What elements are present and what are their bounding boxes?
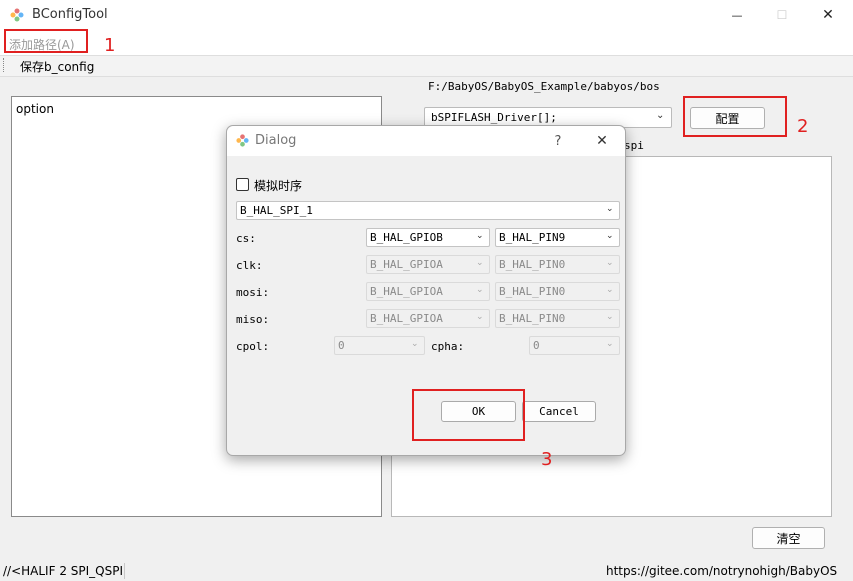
cpha-label: cpha: — [431, 340, 465, 353]
clk-port-value: B_HAL_GPIOA — [370, 258, 443, 271]
dialog-close-button[interactable]: ✕ — [591, 131, 613, 151]
status-message: //<HALIF 2 SPI_QSPI — [3, 564, 123, 578]
miso-label: miso: — [236, 313, 270, 326]
spi-select-value: B_HAL_SPI_1 — [240, 204, 313, 217]
app-logo-icon — [236, 134, 249, 147]
toolbar-grip[interactable] — [3, 58, 5, 72]
cancel-button[interactable]: Cancel — [522, 401, 596, 422]
cs-label: cs: — [236, 232, 256, 245]
chevron-down-icon: ⌄ — [606, 285, 614, 295]
menubar — [0, 30, 853, 54]
annotation-number-2: 2 — [797, 116, 809, 137]
status-url: https://gitee.com/notrynohigh/BabyOS — [606, 564, 838, 578]
chevron-down-icon: ⌄ — [476, 231, 484, 241]
cpol-label: cpol: — [236, 340, 270, 353]
chevron-down-icon: ⌄ — [476, 312, 484, 322]
mosi-port-value: B_HAL_GPIOA — [370, 285, 443, 298]
maximize-icon: ☐ — [776, 8, 788, 22]
dialog-title: Dialog — [255, 133, 297, 148]
clear-button[interactable]: 清空 — [752, 527, 825, 549]
mosi-label: mosi: — [236, 286, 270, 299]
miso-pin-value: B_HAL_PIN0 — [499, 312, 566, 325]
clk-label: clk: — [236, 259, 263, 272]
app-logo-icon — [10, 8, 24, 22]
chevron-down-icon: ⌄ — [476, 258, 484, 268]
status-separator — [124, 563, 125, 579]
annotation-box-3 — [412, 389, 525, 441]
mosi-pin-value: B_HAL_PIN0 — [499, 285, 566, 298]
minimize-icon: — — [731, 8, 743, 22]
toolbar — [0, 55, 853, 77]
chevron-down-icon: ⌄ — [606, 204, 614, 214]
miso-port-value: B_HAL_GPIOA — [370, 312, 443, 325]
annotation-box-1 — [4, 29, 88, 53]
close-button[interactable]: ✕ — [813, 4, 843, 26]
cpol-value: 0 — [338, 339, 345, 352]
option-text: option — [16, 102, 54, 116]
close-icon: ✕ — [596, 133, 608, 149]
annotation-box-2 — [683, 96, 787, 137]
help-button[interactable]: ? — [547, 131, 569, 151]
chevron-down-icon: ⌄ — [606, 339, 614, 349]
maximize-button[interactable]: ☐ — [767, 4, 797, 26]
annotation-number-1: 1 — [104, 35, 116, 56]
cpha-value: 0 — [533, 339, 540, 352]
interface-label: spi — [624, 139, 644, 152]
minimize-button[interactable]: — — [722, 4, 752, 26]
path-label: F:/BabyOS/BabyOS_Example/babyos/bos — [428, 80, 660, 93]
chevron-down-icon: ⌄ — [411, 339, 419, 349]
chevron-down-icon: ⌄ — [606, 231, 614, 241]
clk-pin-value: B_HAL_PIN0 — [499, 258, 566, 271]
cs-port-value: B_HAL_GPIOB — [370, 231, 443, 244]
chevron-down-icon: ⌄ — [656, 110, 665, 121]
simulate-timing-checkbox[interactable] — [236, 178, 249, 191]
window-title: BConfigTool — [32, 7, 108, 22]
chevron-down-icon: ⌄ — [476, 285, 484, 295]
simulate-timing-label: 模拟时序 — [254, 179, 303, 193]
chevron-down-icon: ⌄ — [606, 312, 614, 322]
chevron-down-icon: ⌄ — [606, 258, 614, 268]
driver-select-value: bSPIFLASH_Driver[]; — [431, 111, 557, 124]
close-icon: ✕ — [822, 7, 834, 23]
cs-pin-value: B_HAL_PIN9 — [499, 231, 566, 244]
annotation-number-3: 3 — [541, 449, 553, 470]
save-config-button[interactable]: 保存b_config — [20, 58, 94, 75]
